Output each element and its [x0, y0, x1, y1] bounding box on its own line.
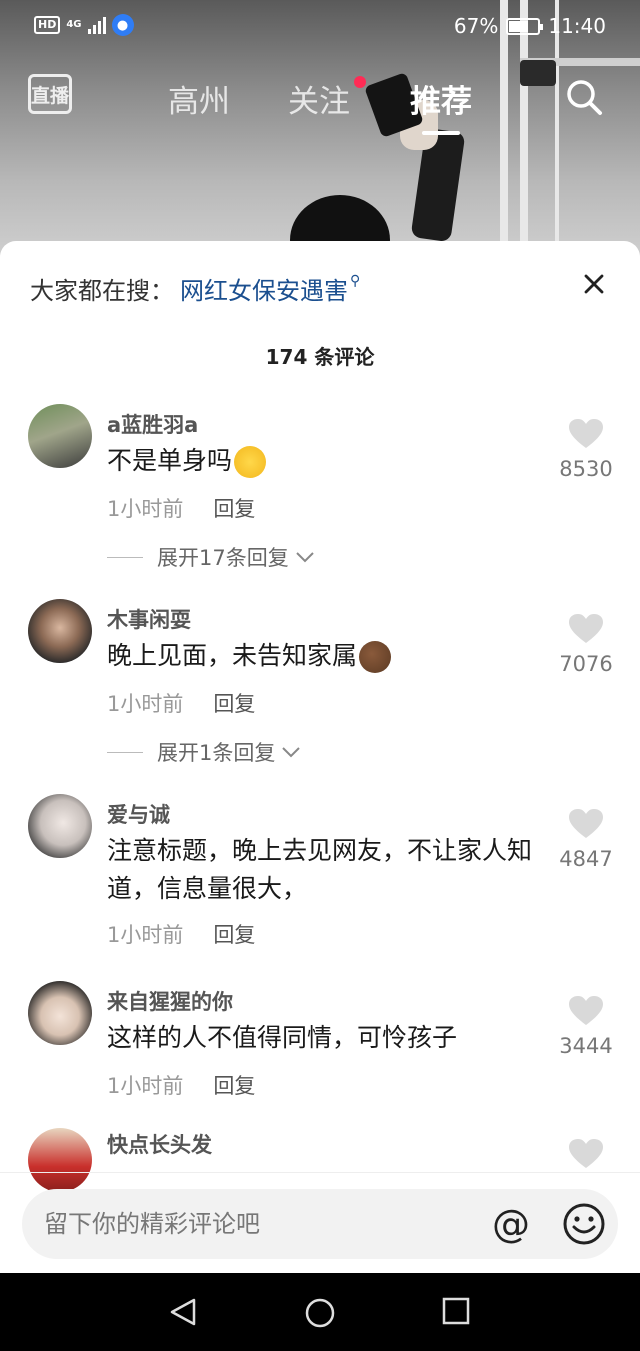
hot-search-prefix: 大家都在搜： [30, 277, 174, 305]
recent-apps-icon[interactable] [442, 1297, 470, 1325]
home-icon[interactable] [304, 1297, 336, 1329]
divider-line [107, 751, 143, 753]
chevron-down-icon [282, 747, 301, 758]
at-mention-icon[interactable]: @ [492, 1203, 530, 1245]
comment-text: 注意标题，晚上去见网友，不让家人知道，信息量很大， [107, 836, 533, 903]
like-count: 3444 [559, 1034, 613, 1058]
like-count: 8530 [559, 457, 613, 481]
live-icon[interactable]: 直播 [28, 74, 72, 114]
comment-count: 174 条评论 [265, 345, 375, 369]
like-button[interactable]: 4847 [550, 809, 622, 871]
search-icon: ⚲ [350, 272, 361, 289]
expand-replies[interactable]: 展开17条回复 [107, 542, 315, 572]
lightbulb-icon: ● [111, 14, 134, 36]
hot-search-term[interactable]: 网红女保安遇害 [180, 271, 348, 306]
like-count: 4847 [559, 847, 613, 871]
comment-meta: 1小时前 回复 [107, 1070, 255, 1100]
comment-meta: 1小时前 回复 [107, 919, 255, 949]
reply-button[interactable]: 回复 [213, 493, 255, 523]
reply-button[interactable]: 回复 [213, 1070, 255, 1100]
comment-sheet: 大家都在搜： 网红女保安遇害 ⚲ 174 条评论 a蓝胜羽a 不是单身吗 1小时… [0, 241, 640, 1273]
comment-text: 不是单身吗 [107, 442, 547, 480]
tab-recommend[interactable]: 推荐 [410, 76, 472, 135]
input-divider [0, 1172, 640, 1173]
comment-username[interactable]: 爱与诚 [107, 799, 170, 829]
like-button[interactable]: 7076 [550, 614, 622, 676]
tab-gaozhou[interactable]: 高州 [168, 76, 230, 121]
search-icon[interactable] [565, 78, 603, 116]
back-icon[interactable] [168, 1297, 198, 1327]
emoji-picker-icon[interactable] [562, 1202, 606, 1246]
reply-button[interactable]: 回复 [213, 688, 255, 718]
reply-button[interactable]: 回复 [213, 919, 255, 949]
comment-meta: 1小时前 回复 [107, 688, 255, 718]
clock: 11:40 [548, 14, 606, 38]
comment-username[interactable]: 快点长头发 [107, 1129, 212, 1159]
close-icon[interactable] [584, 274, 604, 294]
avatar[interactable] [28, 981, 92, 1045]
avatar[interactable] [28, 1128, 92, 1192]
comment-time: 1小时前 [107, 692, 184, 716]
comment-time: 1小时前 [107, 497, 184, 521]
expand-replies[interactable]: 展开1条回复 [107, 737, 301, 767]
status-bar: HD 4G ● 67% 11:40 [0, 0, 640, 56]
comment-text-content: 不是单身吗 [107, 446, 233, 475]
comment-username[interactable]: a蓝胜羽a [107, 409, 198, 439]
comment-username[interactable]: 来自猩猩的你 [107, 986, 233, 1016]
avatar[interactable] [28, 794, 92, 858]
top-nav: 直播 高州 关注 推荐 [0, 56, 640, 136]
tab-following[interactable]: 关注 [288, 76, 350, 121]
avatar[interactable] [28, 599, 92, 663]
heart-icon [569, 996, 603, 1025]
signal-icon [87, 16, 106, 34]
like-count: 7076 [559, 652, 613, 676]
comment-text: 晚上见面，未告知家属 [107, 637, 547, 675]
expand-replies-label: 展开1条回复 [157, 741, 276, 765]
comment-time: 1小时前 [107, 1074, 184, 1098]
heart-icon [569, 809, 603, 838]
hot-search-bar[interactable]: 大家都在搜： 网红女保安遇害 ⚲ [30, 271, 360, 306]
avatar[interactable] [28, 404, 92, 468]
divider-line [107, 556, 143, 558]
like-button[interactable]: 8530 [550, 419, 622, 481]
comment-text: 这样的人不值得同情，可怜孩子 [107, 1023, 458, 1052]
network-label: 4G [66, 19, 82, 30]
notification-dot [354, 76, 366, 88]
like-button[interactable]: 3444 [550, 996, 622, 1058]
heart-icon [569, 419, 603, 448]
like-button[interactable] [550, 1139, 622, 1173]
comment-username[interactable]: 木事闲耍 [107, 604, 191, 634]
comment-input[interactable] [44, 1189, 484, 1259]
battery-percent: 67% [453, 14, 499, 38]
battery-icon [506, 17, 544, 35]
comment-text-content: 晚上见面，未告知家属 [107, 641, 358, 670]
comment-time: 1小时前 [107, 923, 184, 947]
heart-icon [569, 1139, 603, 1168]
hd-badge: HD [34, 16, 61, 34]
system-navigation-bar [0, 1273, 640, 1351]
pleading-face-emoji-icon [234, 446, 267, 478]
cookie-emoji-icon [359, 641, 392, 673]
comment-meta: 1小时前 回复 [107, 493, 255, 523]
comment-input-bar: @ [22, 1189, 618, 1259]
heart-icon [569, 614, 603, 643]
live-label: 直播 [31, 84, 70, 107]
expand-replies-label: 展开17条回复 [157, 546, 289, 570]
chevron-down-icon [296, 552, 314, 563]
